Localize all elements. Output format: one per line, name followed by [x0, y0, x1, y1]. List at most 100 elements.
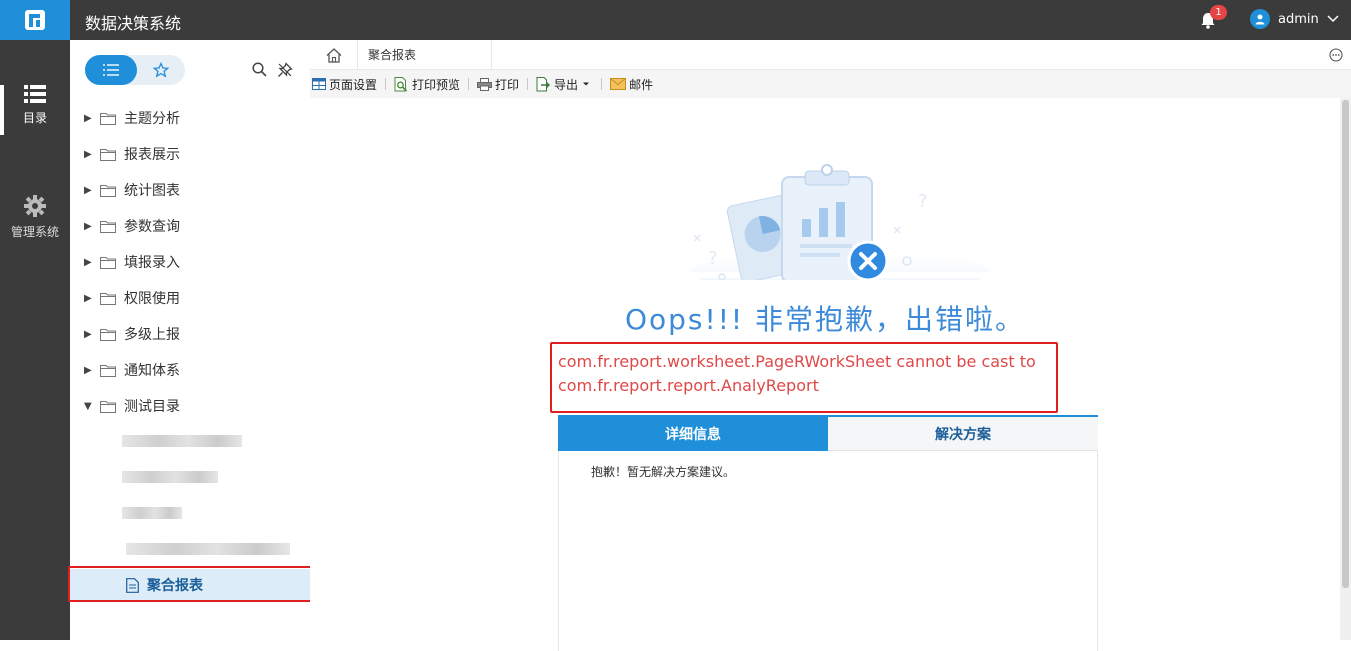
notification-badge: 1: [1210, 5, 1227, 20]
tree-folder[interactable]: ▶ 填报录入: [70, 244, 310, 280]
caret-right-icon: ▶: [84, 184, 92, 196]
tree-folder[interactable]: ▶ 报表展示: [70, 136, 310, 172]
rail-item-directory[interactable]: 目录: [0, 85, 70, 135]
detail-panel: 抱歉！暂无解决方案建议。: [558, 451, 1098, 651]
list-view-button[interactable]: [85, 55, 137, 85]
page-setup-button[interactable]: 页面设置: [310, 70, 379, 98]
tree-leaf-obscured[interactable]: [122, 507, 182, 519]
tree-folder[interactable]: ▶ 参数查询: [70, 208, 310, 244]
caret-right-icon: ▶: [84, 364, 92, 376]
tree-folder-label: 报表展示: [124, 147, 180, 163]
highlight-outline-report: [68, 566, 323, 602]
mail-button[interactable]: 邮件: [608, 70, 655, 98]
page-setup-icon: [312, 78, 326, 90]
search-icon[interactable]: [252, 62, 267, 77]
detail-tabs: 详细信息 解决方案: [558, 415, 1098, 451]
gear-icon: [24, 195, 46, 217]
tree-folder[interactable]: ▶ 权限使用: [70, 280, 310, 316]
mail-label: 邮件: [629, 77, 654, 92]
toolbar-divider: [468, 78, 470, 90]
folder-icon: [100, 112, 116, 125]
toolbar-divider: [385, 78, 387, 90]
svg-text:?: ?: [708, 248, 718, 269]
print-button[interactable]: 打印: [475, 70, 521, 98]
chevron-down-icon: [1327, 15, 1339, 23]
tree-folder-label: 统计图表: [124, 183, 180, 199]
rail-item-label: 目录: [22, 111, 47, 125]
detail-text: 抱歉！暂无解决方案建议。: [591, 465, 736, 479]
caret-right-icon: ▶: [84, 148, 92, 160]
top-bar: 数据决策系统 1 admin: [0, 0, 1351, 40]
rail-item-management[interactable]: 管理系统: [0, 195, 70, 240]
folder-icon: [100, 256, 116, 269]
left-rail: 目录 管理系统: [0, 40, 70, 640]
folder-icon: [100, 220, 116, 233]
unpin-icon[interactable]: [277, 62, 293, 78]
print-preview-label: 打印预览: [412, 77, 461, 92]
folder-icon: [100, 328, 116, 341]
tree-folder[interactable]: ▶ 多级上报: [70, 316, 310, 352]
caret-right-icon: ▶: [84, 256, 92, 268]
user-icon: [1255, 14, 1265, 25]
star-icon: [153, 62, 169, 78]
svg-text:×: ×: [892, 223, 902, 237]
tab-details[interactable]: 详细信息: [558, 417, 828, 451]
caret-right-icon: ▶: [84, 328, 92, 340]
app-title: 数据决策系统: [85, 14, 182, 33]
content-scrollbar[interactable]: [1340, 98, 1351, 640]
scrollbar-thumb[interactable]: [1342, 100, 1349, 588]
tree-leaf-obscured[interactable]: [126, 543, 290, 555]
folder-icon: [100, 292, 116, 305]
toolbar-divider: [601, 78, 603, 90]
caret-right-icon: ▶: [84, 292, 92, 304]
print-label: 打印: [495, 77, 520, 92]
tab-solution[interactable]: 解决方案: [828, 417, 1098, 451]
more-icon[interactable]: [1329, 48, 1343, 62]
tree-folder-label: 填报录入: [124, 255, 180, 271]
tree-leaf-obscured[interactable]: [122, 471, 218, 483]
avatar: [1250, 9, 1270, 29]
report-toolbar: 页面设置 打印预览 打印 导出 邮件: [310, 70, 1351, 98]
export-label: 导出: [554, 77, 579, 92]
directory-sidebar: ▶ 主题分析 ▶ 报表展示 ▶ 统计图表 ▶ 参数查询 ▶ 填报录入 ▶ 权限使…: [70, 40, 310, 640]
rail-item-label: 管理系统: [10, 225, 59, 239]
export-button[interactable]: 导出: [534, 70, 595, 98]
user-menu[interactable]: admin: [1250, 9, 1339, 29]
caret-right-icon: ▶: [84, 112, 92, 124]
tree-folder-expanded[interactable]: ▼ 测试目录: [70, 388, 310, 424]
tree-folder-label: 通知体系: [124, 363, 180, 379]
home-tab[interactable]: [310, 40, 358, 70]
app-logo[interactable]: [0, 0, 70, 40]
home-icon: [326, 47, 341, 63]
folder-icon: [100, 184, 116, 197]
tab-bar: 聚合报表: [310, 40, 1351, 70]
error-illustration: ? ? × ×: [690, 164, 990, 280]
tree-folder[interactable]: ▶ 统计图表: [70, 172, 310, 208]
error-headline: Oops!!! 非常抱歉，出错啦。: [624, 303, 1026, 336]
folder-icon: [100, 148, 116, 161]
print-preview-button[interactable]: 打印预览: [392, 70, 462, 98]
printer-icon: [477, 77, 493, 91]
tree-folder-label: 多级上报: [124, 327, 180, 343]
tree-folder-label: 主题分析: [124, 111, 180, 127]
mail-icon: [610, 78, 627, 90]
tree-folder[interactable]: ▶ 主题分析: [70, 100, 310, 136]
favorites-button[interactable]: [137, 55, 185, 85]
print-preview-icon: [394, 76, 408, 92]
tree-folder-label: 权限使用: [124, 291, 180, 307]
tree-folder-label: 参数查询: [124, 219, 180, 235]
view-toggle: [85, 55, 185, 85]
toolbar-divider: [527, 78, 529, 90]
tab-report[interactable]: 聚合报表: [358, 40, 492, 70]
tree-leaf-obscured[interactable]: [122, 435, 242, 447]
folder-icon: [100, 400, 116, 413]
export-icon: [536, 76, 551, 91]
tree-folder[interactable]: ▶ 通知体系: [70, 352, 310, 388]
svg-text:?: ?: [918, 191, 928, 212]
svg-text:×: ×: [692, 231, 702, 245]
caret-down-icon: [583, 82, 590, 86]
page-setup-label: 页面设置: [329, 77, 378, 92]
highlight-outline-error: [550, 342, 1058, 413]
user-name: admin: [1278, 11, 1319, 27]
folder-icon: [100, 364, 116, 377]
